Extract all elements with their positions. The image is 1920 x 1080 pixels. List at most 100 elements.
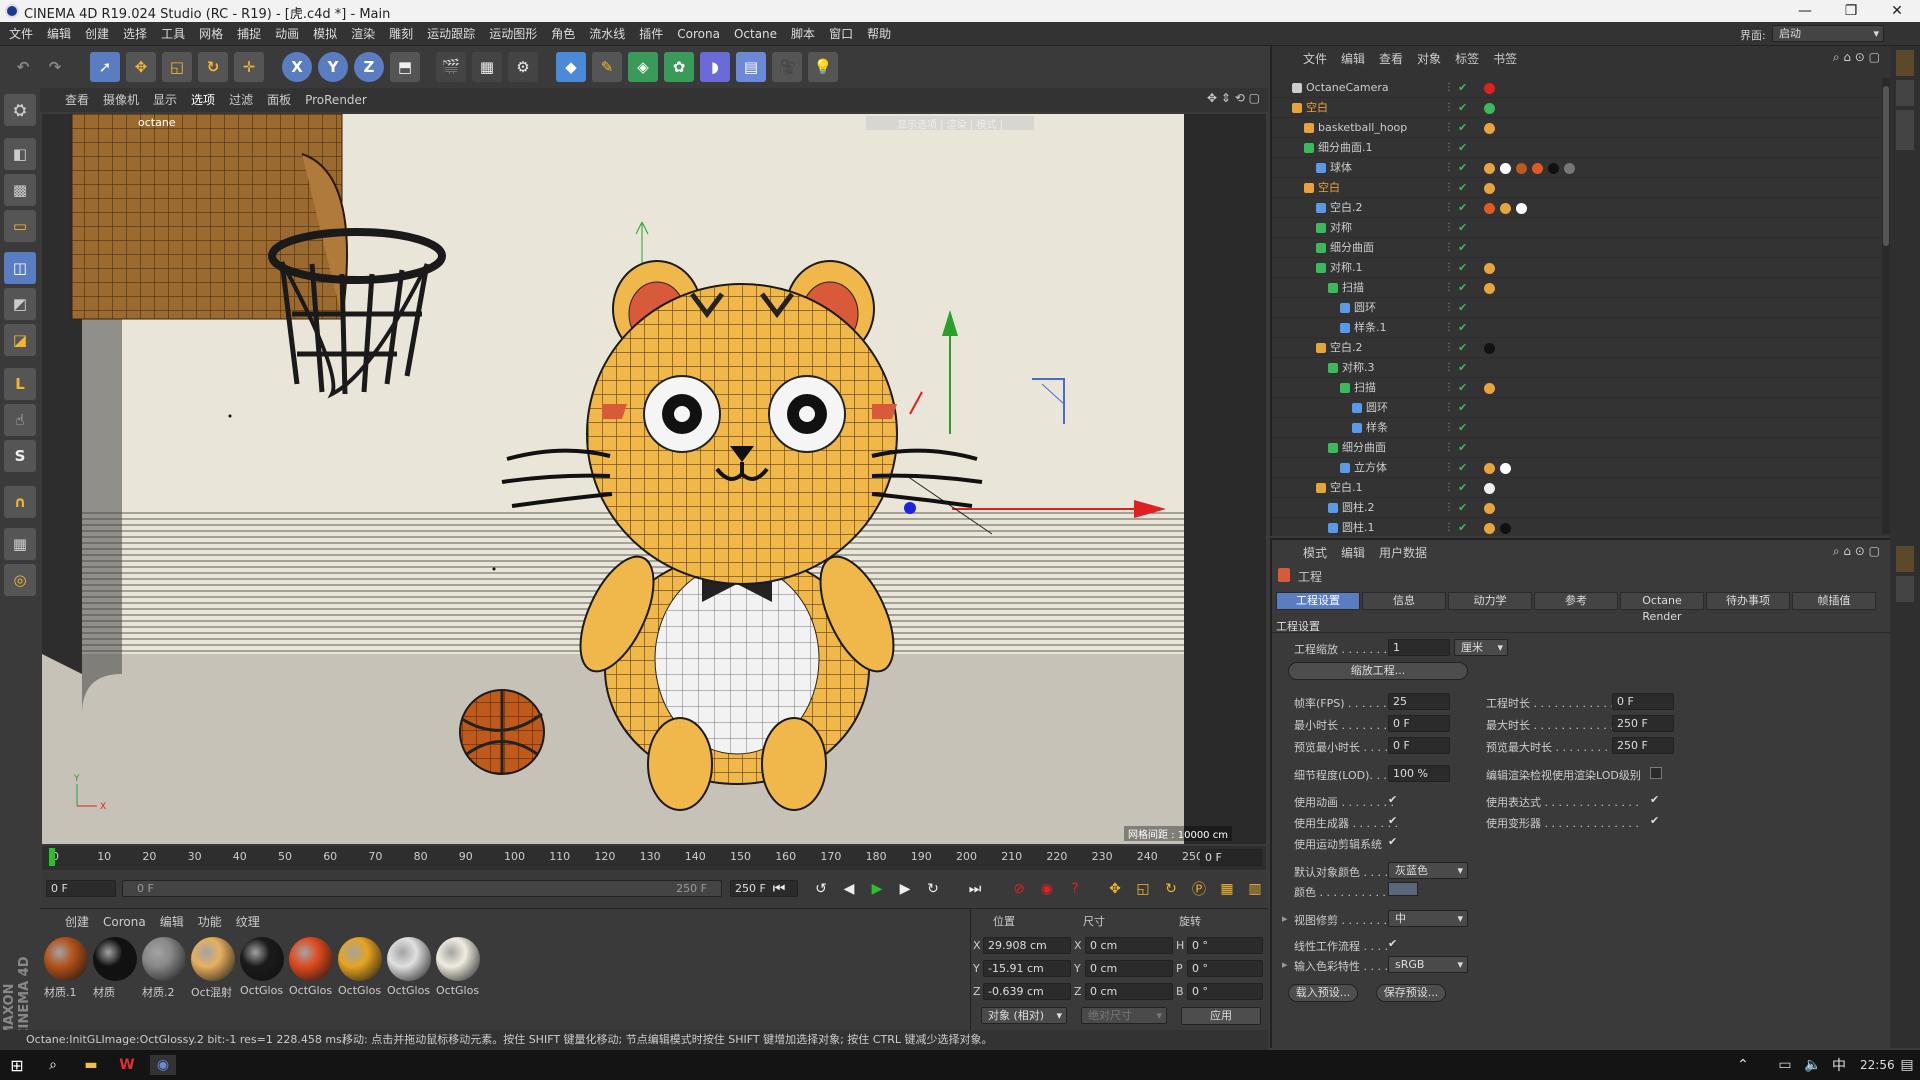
apply-button[interactable]: 应用 [1181,1007,1261,1025]
maximize-button[interactable]: ❐ [1828,0,1874,22]
menu-item[interactable]: 雕刻 [382,22,420,46]
attribute-menu-item[interactable]: 编辑 [1334,544,1372,561]
menu-item[interactable]: 动画 [268,22,306,46]
menu-item[interactable]: Octane [727,22,784,46]
material-tag-icon[interactable] [1500,463,1511,474]
load-preset-button[interactable]: 载入预设... [1288,984,1358,1002]
current-frame-field[interactable]: 0 F [1200,849,1262,866]
visibility-dots-icon[interactable]: ⋮ [1444,158,1454,178]
ime-icon[interactable]: 中 [1826,1055,1852,1075]
menu-item[interactable]: 流水线 [582,22,632,46]
visibility-dots-icon[interactable]: ⋮ [1444,498,1454,518]
menu-item[interactable]: 运动图形 [482,22,544,46]
use-generators-checkbox[interactable]: ✔ [1388,815,1400,827]
visibility-dots-icon[interactable]: ⋮ [1444,298,1454,318]
attribute-menu-item[interactable]: 用户数据 [1372,544,1434,561]
enabled-check-icon[interactable]: ✔ [1458,298,1467,318]
object-row[interactable]: 空白.2 ⋮ ✔ [1272,338,1882,358]
object-row[interactable]: 对称 ⋮ ✔ [1272,218,1882,238]
edges-mode-icon[interactable]: ◩ [4,288,36,320]
viewport-menu-item[interactable]: 面板 [260,89,298,111]
start-frame-field[interactable]: 0 F [46,880,116,897]
object-row[interactable]: 对称.1 ⋮ ✔ [1272,258,1882,278]
menu-item[interactable]: 角色 [544,22,582,46]
next-frame-icon[interactable]: ▶ [892,879,918,899]
material-tag-icon[interactable] [1516,203,1527,214]
material-tag-icon[interactable] [1484,503,1495,514]
axis-mode-icon[interactable]: L [4,368,36,400]
menu-item[interactable]: 窗口 [822,22,860,46]
attribute-tab[interactable]: 帧插值 [1792,592,1876,610]
next-key-icon[interactable]: ↻ [920,879,946,899]
material-swatch[interactable] [387,937,431,981]
points-mode-icon[interactable]: ◫ [4,252,36,284]
magnet-icon[interactable]: ∩ [4,486,36,518]
project-duration-field[interactable]: 0 F [1612,693,1674,710]
side-tab-4[interactable] [1896,546,1914,572]
material-tag-icon[interactable] [1500,163,1511,174]
object-manager-nav-icons[interactable]: ⌕ ⌂ ⊙ ▢ [1833,50,1880,65]
material-swatch[interactable] [436,937,480,981]
enabled-check-icon[interactable]: ✔ [1458,458,1467,478]
object-row[interactable]: 样条.1 ⋮ ✔ [1272,318,1882,338]
material-menu-item[interactable]: 纹理 [229,913,267,930]
material-tag-icon[interactable] [1484,463,1495,474]
minimize-button[interactable]: — [1782,0,1828,22]
material-tag-icon[interactable] [1484,83,1495,94]
object-manager-scrollbar[interactable] [1882,78,1890,534]
preview-min-field[interactable]: 0 F [1388,737,1450,754]
cinema4d-taskbar-icon[interactable]: ◉ [150,1055,176,1075]
menu-item[interactable]: 捕捉 [230,22,268,46]
enabled-check-icon[interactable]: ✔ [1458,138,1467,158]
size-mode-dropdown[interactable]: 绝对尺寸 ▾ [1081,1007,1167,1024]
object-row[interactable]: OctaneCamera ⋮ ✔ [1272,78,1882,98]
key-parameter-icon[interactable]: Ⓟ [1186,879,1212,899]
cloner-icon[interactable]: ✿ [664,52,694,82]
side-tab-1[interactable] [1896,50,1914,76]
camera-icon[interactable]: 🎥 [772,52,802,82]
material-tag-icon[interactable] [1484,523,1495,534]
y-axis-icon[interactable]: Y [318,52,348,82]
enabled-check-icon[interactable]: ✔ [1458,318,1467,338]
side-tab-5[interactable] [1896,576,1914,602]
object-row[interactable]: 圆柱.1 ⋮ ✔ [1272,518,1882,534]
position-field[interactable]: -0.639 cm [983,983,1071,1000]
deformer-icon[interactable]: ◗ [700,52,730,82]
enabled-check-icon[interactable]: ✔ [1458,158,1467,178]
material-tag-icon[interactable] [1500,203,1511,214]
network-icon[interactable]: ▭ [1772,1055,1798,1075]
save-preset-button[interactable]: 保存预设... [1376,984,1446,1002]
file-explorer-icon[interactable]: ▬ [78,1055,104,1075]
material-tag-icon[interactable] [1484,163,1495,174]
visibility-dots-icon[interactable]: ⋮ [1444,378,1454,398]
object-row[interactable]: basketball_hoop ⋮ ✔ [1272,118,1882,138]
enabled-check-icon[interactable]: ✔ [1458,338,1467,358]
subdivision-icon[interactable]: ◈ [628,52,658,82]
material-tag-icon[interactable] [1516,163,1527,174]
max-time-field[interactable]: 250 F [1612,715,1674,732]
use-animation-checkbox[interactable]: ✔ [1388,794,1400,806]
object-manager-menu-item[interactable]: 标签 [1448,50,1486,67]
enabled-check-icon[interactable]: ✔ [1458,238,1467,258]
size-field[interactable]: 0 cm [1085,983,1173,1000]
default-object-color-dropdown[interactable]: 灰蓝色 ▾ [1388,862,1468,879]
visibility-dots-icon[interactable]: ⋮ [1444,138,1454,158]
object-row[interactable]: 空白.2 ⋮ ✔ [1272,198,1882,218]
timeline-window-icon[interactable]: ▥ [1242,879,1268,899]
wps-icon[interactable]: W [114,1055,140,1075]
interface-dropdown[interactable]: 启动 ▾ [1772,25,1884,42]
menu-item[interactable]: 网格 [192,22,230,46]
rotation-field[interactable]: 0 ° [1187,937,1263,954]
polygons-mode-icon[interactable]: ◪ [4,324,36,356]
object-row[interactable]: 圆柱.2 ⋮ ✔ [1272,498,1882,518]
project-scale-field[interactable]: 1 [1388,639,1450,656]
material-tag-icon[interactable] [1484,183,1495,194]
menu-item[interactable]: 工具 [154,22,192,46]
object-row[interactable]: 空白 ⋮ ✔ [1272,178,1882,198]
menu-item[interactable]: 插件 [632,22,670,46]
object-row[interactable]: 对称.3 ⋮ ✔ [1272,358,1882,378]
visibility-dots-icon[interactable]: ⋮ [1444,438,1454,458]
object-row[interactable]: 细分曲面 ⋮ ✔ [1272,238,1882,258]
tweak-icon[interactable]: ☝ [4,404,36,436]
material-tag-icon[interactable] [1500,523,1511,534]
